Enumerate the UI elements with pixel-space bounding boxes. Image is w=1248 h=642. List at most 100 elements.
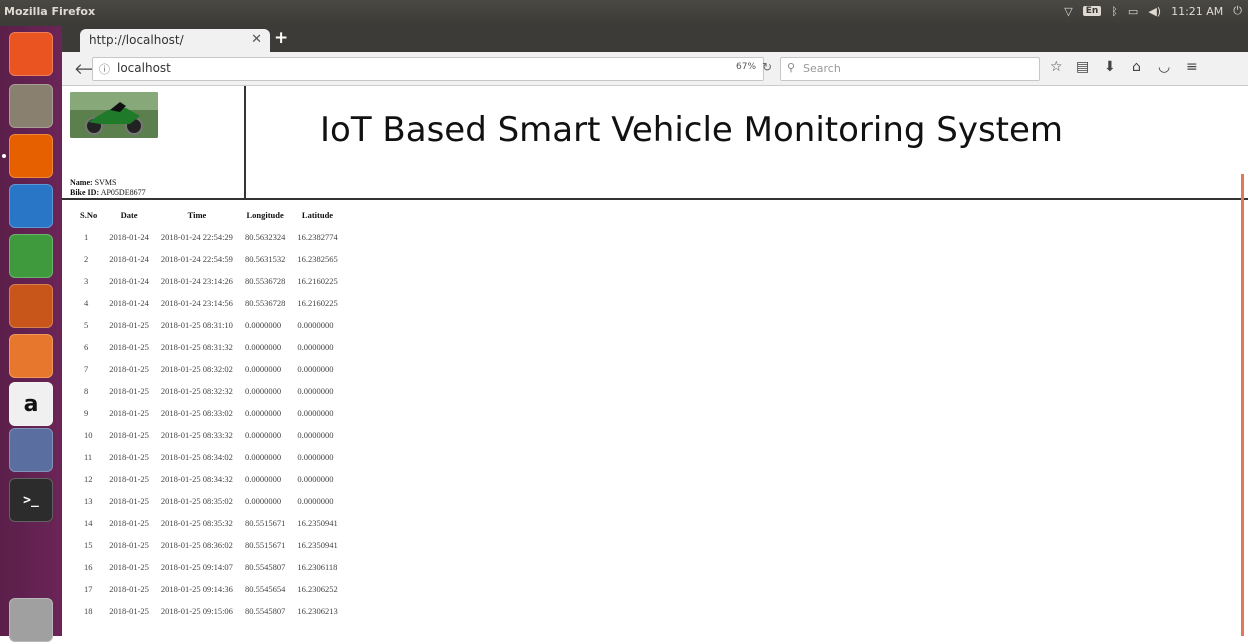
cell-time: 2018-01-25 08:35:02 bbox=[160, 496, 233, 506]
cell-latitude: 0.0000000 bbox=[297, 474, 334, 484]
network-icon[interactable]: ▽ bbox=[1064, 5, 1072, 18]
cell-latitude: 16.2160225 bbox=[297, 276, 338, 286]
zoom-level[interactable]: 67% bbox=[736, 62, 756, 72]
reload-icon[interactable]: ↻ bbox=[762, 60, 772, 74]
cell-longitude: 0.0000000 bbox=[244, 452, 282, 462]
cell-time: 2018-01-25 08:36:02 bbox=[160, 540, 233, 550]
pocket-icon[interactable]: ◡ bbox=[1158, 59, 1170, 75]
cell-time: 2018-01-25 08:31:10 bbox=[160, 320, 233, 330]
cell-sno: 11 bbox=[84, 452, 93, 462]
trash-icon[interactable] bbox=[9, 598, 53, 642]
cell-time: 2018-01-24 22:54:59 bbox=[160, 254, 233, 264]
table-header-row: S.No Date Time Longitude Latitude bbox=[74, 204, 344, 226]
url-bar[interactable]: ⓘ localhost bbox=[92, 57, 764, 81]
cell-latitude: 16.2382774 bbox=[297, 232, 338, 242]
url-text: localhost bbox=[117, 61, 171, 75]
menu-icon[interactable]: ≡ bbox=[1186, 59, 1198, 75]
cell-latitude: 0.0000000 bbox=[297, 364, 334, 374]
new-tab-icon[interactable]: + bbox=[274, 28, 288, 48]
bookmarks-library-icon[interactable]: ▤ bbox=[1076, 59, 1089, 75]
page-header: IoT Based Smart Vehicle Monitoring Syste… bbox=[62, 86, 1248, 200]
cell-longitude: 80.5545807 bbox=[244, 606, 286, 616]
writer-icon[interactable] bbox=[9, 184, 53, 228]
cell-date: 2018-01-25 bbox=[109, 452, 149, 462]
cell-longitude: 0.0000000 bbox=[244, 430, 282, 440]
column-header-time: Time bbox=[187, 210, 207, 220]
table-row: 18 2018-01-25 2018-01-25 09:15:06 80.554580… bbox=[74, 600, 344, 622]
cell-longitude: 0.0000000 bbox=[244, 408, 282, 418]
downloads-icon[interactable]: ⬇ bbox=[1104, 59, 1116, 75]
amazon-icon[interactable]: a bbox=[9, 382, 53, 426]
cell-sno: 13 bbox=[84, 496, 93, 506]
cell-date: 2018-01-25 bbox=[109, 584, 149, 594]
cell-date: 2018-01-25 bbox=[109, 364, 149, 374]
cell-date: 2018-01-25 bbox=[109, 430, 149, 440]
browser-tab[interactable]: http://localhost/ ✕ bbox=[80, 29, 270, 52]
firefox-icon[interactable] bbox=[9, 134, 53, 178]
cell-date: 2018-01-25 bbox=[109, 408, 149, 418]
cell-longitude: 80.5545654 bbox=[244, 584, 286, 594]
cell-time: 2018-01-25 08:32:32 bbox=[160, 386, 233, 396]
name-value: SVMS bbox=[94, 178, 117, 187]
bookmark-star-icon[interactable]: ☆ bbox=[1050, 59, 1063, 75]
close-tab-icon[interactable]: ✕ bbox=[251, 32, 262, 47]
ubuntu-dash-icon[interactable] bbox=[9, 32, 53, 76]
table-row: 6 2018-01-25 2018-01-25 08:31:32 0.0000000 0… bbox=[74, 336, 344, 358]
battery-icon[interactable]: ▭ bbox=[1128, 5, 1138, 18]
page-title: IoT Based Smart Vehicle Monitoring Syste… bbox=[320, 110, 1064, 150]
table-body: 1 2018-01-24 2018-01-24 22:54:29 80.5632324… bbox=[74, 226, 344, 622]
page-scrollbar[interactable] bbox=[1241, 174, 1244, 636]
cell-sno: 6 bbox=[84, 342, 89, 352]
cell-time: 2018-01-25 08:34:32 bbox=[160, 474, 233, 484]
browser-nav-bar: 🡐 ⓘ localhost 67% ↻ ⚲ Search ☆ ▤ ⬇ ⌂ ◡ ≡ bbox=[62, 52, 1248, 86]
cell-date: 2018-01-24 bbox=[109, 232, 149, 242]
software-center-icon[interactable] bbox=[9, 334, 53, 378]
table-row: 13 2018-01-25 2018-01-25 08:35:02 0.0000000… bbox=[74, 490, 344, 512]
column-header-sno: S.No bbox=[80, 210, 98, 220]
cell-date: 2018-01-25 bbox=[109, 606, 149, 616]
cell-time: 2018-01-24 23:14:26 bbox=[160, 276, 233, 286]
impress-icon[interactable] bbox=[9, 284, 53, 328]
unity-launcher: a >_ bbox=[0, 26, 62, 642]
cell-date: 2018-01-24 bbox=[109, 276, 149, 286]
cell-latitude: 16.2350941 bbox=[297, 518, 338, 528]
keyboard-layout-indicator[interactable]: En bbox=[1082, 6, 1102, 16]
files-icon[interactable] bbox=[9, 84, 53, 128]
table-row: 11 2018-01-25 2018-01-25 08:34:02 0.0000000… bbox=[74, 446, 344, 468]
table-row: 9 2018-01-25 2018-01-25 08:33:02 0.0000000 0… bbox=[74, 402, 344, 424]
cell-date: 2018-01-25 bbox=[109, 386, 149, 396]
terminal-icon[interactable]: >_ bbox=[9, 478, 53, 522]
cell-longitude: 0.0000000 bbox=[244, 320, 282, 330]
cell-time: 2018-01-25 08:32:02 bbox=[160, 364, 233, 374]
cell-time: 2018-01-24 23:14:56 bbox=[160, 298, 233, 308]
home-icon[interactable]: ⌂ bbox=[1132, 59, 1141, 75]
settings-icon[interactable] bbox=[9, 428, 53, 472]
name-label: Name: bbox=[70, 178, 93, 187]
calc-icon[interactable] bbox=[9, 234, 53, 278]
cell-longitude: 0.0000000 bbox=[244, 474, 282, 484]
cell-longitude: 80.5632324 bbox=[244, 232, 286, 242]
power-icon[interactable]: ⏻ bbox=[1233, 4, 1242, 18]
window-app-title: Mozilla Firefox bbox=[4, 5, 96, 18]
cell-date: 2018-01-24 bbox=[109, 298, 149, 308]
cell-sno: 18 bbox=[84, 606, 93, 616]
site-info-icon[interactable]: ⓘ bbox=[99, 61, 110, 77]
cell-latitude: 0.0000000 bbox=[297, 452, 334, 462]
table-row: 5 2018-01-25 2018-01-25 08:31:10 0.0000000 0… bbox=[74, 314, 344, 336]
cell-sno: 14 bbox=[84, 518, 93, 528]
cell-date: 2018-01-25 bbox=[109, 496, 149, 506]
search-bar[interactable]: ⚲ Search bbox=[780, 57, 1040, 81]
vehicle-info: Name: SVMS Bike ID: AP05DE8677 bbox=[70, 178, 146, 198]
bluetooth-icon[interactable]: ᛒ bbox=[1111, 5, 1118, 18]
cell-latitude: 0.0000000 bbox=[297, 386, 334, 396]
cell-sno: 4 bbox=[84, 298, 89, 308]
cell-longitude: 0.0000000 bbox=[244, 364, 282, 374]
cell-date: 2018-01-25 bbox=[109, 518, 149, 528]
cell-sno: 3 bbox=[84, 276, 89, 286]
cell-longitude: 0.0000000 bbox=[244, 386, 282, 396]
table-row: 4 2018-01-24 2018-01-24 23:14:56 80.5536728… bbox=[74, 292, 344, 314]
clock[interactable]: 11:21 AM bbox=[1171, 5, 1223, 18]
table-row: 14 2018-01-25 2018-01-25 08:35:32 80.551567… bbox=[74, 512, 344, 534]
cell-latitude: 16.2350941 bbox=[297, 540, 338, 550]
volume-icon[interactable]: ◀) bbox=[1148, 5, 1161, 18]
